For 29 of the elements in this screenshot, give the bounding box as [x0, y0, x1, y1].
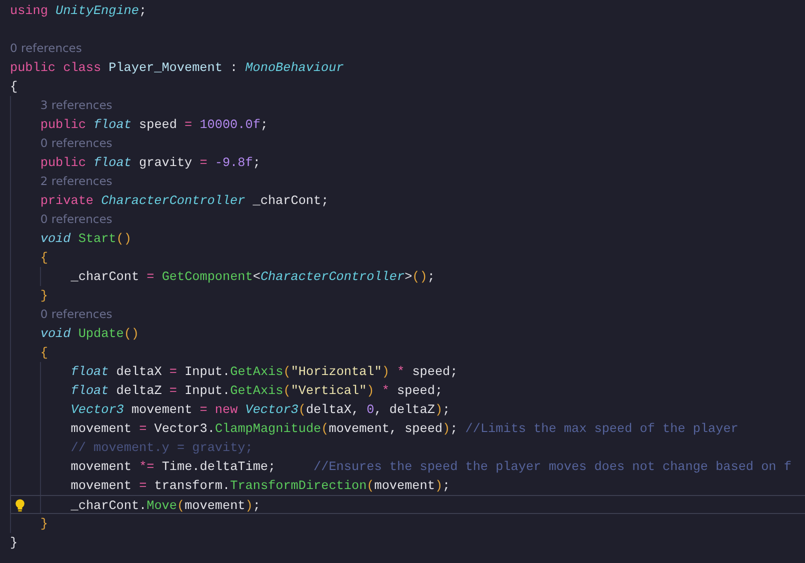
code-line: { [40, 345, 48, 360]
references-link[interactable]: 2 references [40, 174, 112, 188]
code-line: movement = transform.TransformDirection(movement); [70, 478, 450, 493]
code-line: _charCont.Move(movement); [70, 498, 260, 513]
code-line: // movement.y = gravity; [70, 440, 253, 455]
code-line: float deltaZ = Input.GetAxis("Vertical") * speed; [70, 383, 443, 398]
code-line: { [10, 79, 18, 94]
references-link[interactable]: 0 references [40, 212, 112, 226]
code-line: } [40, 516, 48, 531]
code-line: Vector3 movement = new Vector3(deltaX, 0, deltaZ); [70, 402, 450, 417]
code-line: } [10, 535, 18, 550]
code-line: void Update() [40, 326, 140, 341]
code-line: private CharacterController _charCont; [40, 193, 329, 208]
code-line: _charCont = GetComponent<CharacterController>(); [70, 269, 435, 284]
code-line: } [40, 288, 48, 303]
code-line: public float speed = 10000.0f; [40, 117, 268, 132]
code-line: public class Player_Movement : MonoBehaviour [10, 60, 344, 75]
code-line: void Start() [40, 231, 132, 246]
code-line: using UnityEngine; [10, 3, 147, 18]
code-line: public float gravity = -9.8f; [40, 155, 260, 170]
code-line: movement = Vector3.ClampMagnitude(movement, speed); //Limits the max speed of the player [70, 421, 738, 436]
lightbulb-icon[interactable] [14, 499, 25, 512]
references-link[interactable]: 0 references [10, 41, 82, 55]
code-line: float deltaX = Input.GetAxis("Horizontal") * speed; [70, 364, 458, 379]
code-line: { [40, 250, 48, 265]
references-link[interactable]: 3 references [40, 98, 112, 112]
references-link[interactable]: 0 references [40, 136, 112, 150]
code-line: movement *= Time.deltaTime; //Ensures the speed the player moves does not change based on f [70, 459, 792, 474]
references-link[interactable]: 0 references [40, 307, 112, 321]
